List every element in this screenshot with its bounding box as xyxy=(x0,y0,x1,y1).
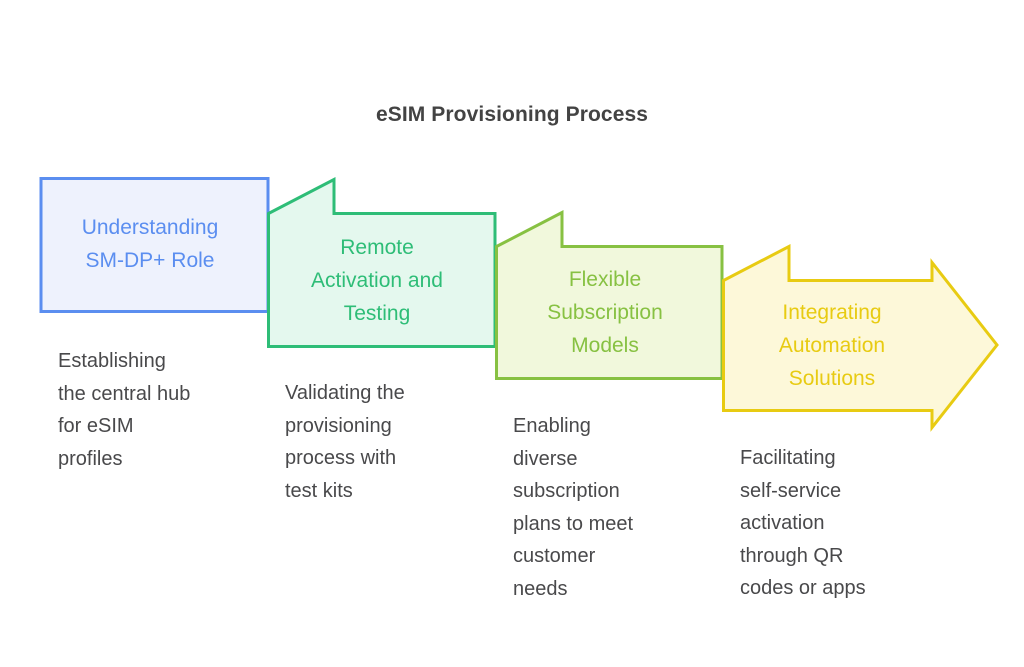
step-caption-3: Enabling diverse subscription plans to m… xyxy=(513,415,634,600)
step-title-4: Integrating Automation Solutions xyxy=(778,301,886,390)
step-title-3: Flexible Subscription Models xyxy=(547,268,663,357)
step-caption-1: Establishing the central hub for eSIM pr… xyxy=(58,350,191,470)
step-title-2: Remote Activation and Testing xyxy=(311,236,443,325)
step-title-1: Understanding SM-DP+ Role xyxy=(81,216,219,272)
step-caption-2: Validating the provisioning process with… xyxy=(285,382,405,502)
step-caption-4: Facilitating self-service activation thr… xyxy=(740,447,866,599)
process-diagram: eSIM Provisioning Process Understanding … xyxy=(0,0,1024,667)
